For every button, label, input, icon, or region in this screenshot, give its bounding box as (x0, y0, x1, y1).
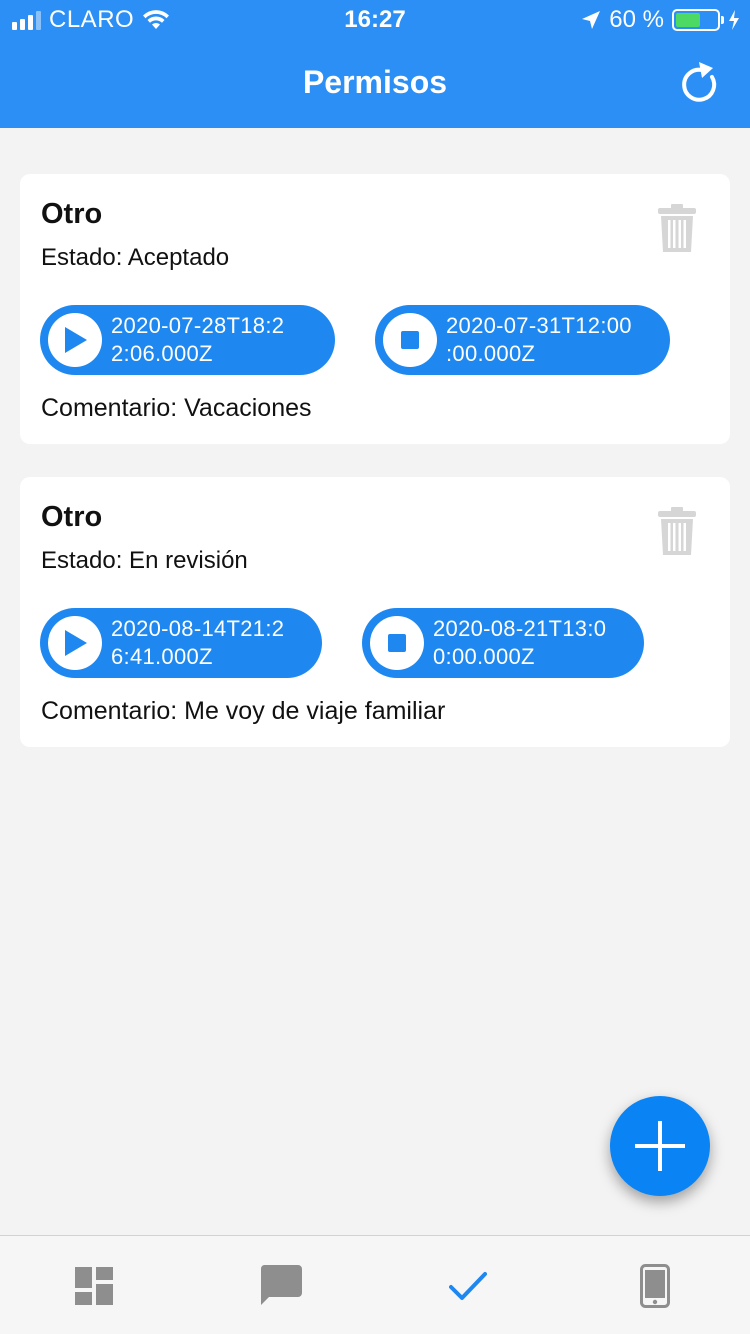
tab-bar (0, 1235, 750, 1334)
play-icon (48, 313, 102, 367)
status-bar: CLARO 16:27 60 % (0, 0, 750, 40)
delete-button[interactable] (658, 507, 696, 555)
permit-title: Otro (41, 501, 103, 533)
permit-status: Estado: En revisión (41, 547, 248, 574)
end-date: 2020-07-31T12:00 :00.000Z (446, 313, 632, 366)
plus-icon (635, 1121, 685, 1171)
add-permit-button[interactable] (610, 1096, 710, 1196)
permit-comment: Comentario: Vacaciones (41, 394, 312, 422)
start-date-pill[interactable]: 2020-08-14T21:2 6:41.000Z (40, 608, 322, 678)
stop-icon (370, 616, 424, 670)
chat-icon (260, 1264, 302, 1305)
tab-permits[interactable] (374, 1236, 561, 1334)
permit-title: Otro (41, 198, 103, 230)
permit-comment: Comentario: Me voy de viaje familiar (41, 697, 446, 725)
start-date-pill[interactable]: 2020-07-28T18:2 2:06.000Z (40, 305, 335, 375)
location-icon (582, 11, 601, 29)
dashboard-icon (74, 1266, 113, 1305)
app-header: Permisos (0, 40, 750, 128)
tab-messages[interactable] (187, 1236, 374, 1334)
page-title: Permisos (302, 64, 448, 100)
start-date: 2020-07-28T18:2 2:06.000Z (111, 313, 285, 366)
tab-dashboard[interactable] (0, 1236, 187, 1334)
play-icon (48, 616, 102, 670)
battery-icon (672, 9, 724, 31)
end-date-pill[interactable]: 2020-07-31T12:00 :00.000Z (375, 305, 670, 375)
end-date: 2020-08-21T13:0 0:00.000Z (433, 616, 607, 669)
stop-icon (383, 313, 437, 367)
battery-percent: 60 % (609, 6, 664, 33)
status-right: 60 % (581, 6, 740, 34)
refresh-button[interactable] (680, 60, 720, 104)
start-date: 2020-08-14T21:2 6:41.000Z (111, 616, 285, 669)
charging-icon (729, 10, 739, 30)
trash-icon (658, 507, 696, 555)
check-icon (448, 1271, 487, 1300)
refresh-icon (682, 62, 717, 102)
battery-fill (676, 13, 700, 27)
tab-device[interactable] (561, 1236, 748, 1334)
permit-card: Otro Estado: En revisión 2020-08-14T21:2… (20, 477, 730, 747)
delete-button[interactable] (658, 204, 696, 252)
permit-card: Otro Estado: Aceptado 2020-07-28T18:2 2:… (20, 174, 730, 444)
permit-status: Estado: Aceptado (41, 244, 230, 271)
trash-icon (658, 204, 696, 252)
end-date-pill[interactable]: 2020-08-21T13:0 0:00.000Z (362, 608, 644, 678)
phone-icon (639, 1263, 670, 1308)
